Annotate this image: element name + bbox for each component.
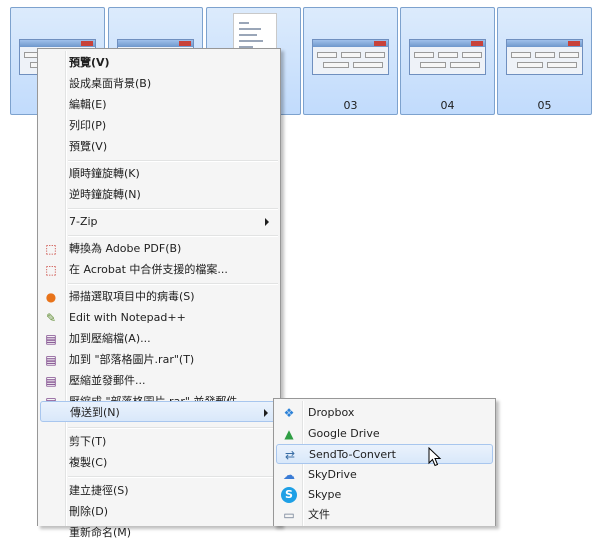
documents-icon: ▭ [283,508,295,522]
dropbox-icon: ❖ [283,406,295,420]
thumbnail-caption: 05 [537,99,552,112]
menu-separator [68,160,278,162]
thumbnail-image [312,13,389,93]
menu-item-add-to-rar[interactable]: ▤ 加到 "部落格圖片.rar"(T) [40,349,278,370]
send-to-documents[interactable]: ▭ 文件 [276,505,493,525]
menu-item-rotate-clockwise[interactable]: 順時鐘旋轉(K) [40,163,278,184]
submenu-arrow-icon [264,409,268,417]
menu-item-preview[interactable]: 預覽(V) [40,136,278,157]
menu-item-edit[interactable]: 編輯(E) [40,94,278,115]
menu-item-set-desktop-background[interactable]: 設成桌面背景(B) [40,73,278,94]
menu-item-rename[interactable]: 重新命名(M) [40,522,278,543]
google-drive-icon: ▲ [284,427,294,441]
menu-separator [68,476,278,478]
menu-item-compress-and-email[interactable]: ▤ 壓縮並發郵件... [40,370,278,391]
thumbnail-image [409,13,486,93]
winrar-icon: ▤ [45,332,57,346]
menu-separator [68,283,278,285]
thumbnail-05[interactable]: 05 [497,7,592,115]
menu-item-scan-virus[interactable]: ● 掃描選取項目中的病毒(S) [40,286,278,307]
menu-item-rotate-counterclockwise[interactable]: 逆時鐘旋轉(N) [40,184,278,205]
menu-item-convert-to-pdf[interactable]: ⬚ 轉換為 Adobe PDF(B) [40,238,278,259]
acrobat-combine-icon: ⬚ [45,263,57,277]
notepad-plus-plus-icon: ✎ [45,311,57,325]
send-to-submenu: ❖ Dropbox ▲ Google Drive ⇄ SendTo-Conver… [273,398,496,526]
send-to-dropbox[interactable]: ❖ Dropbox [276,403,493,423]
sendto-convert-icon: ⇄ [284,448,296,462]
menu-item-cut[interactable]: 剪下(T) [40,431,278,452]
menu-item-add-to-archive[interactable]: ▤ 加到壓縮檔(A)... [40,328,278,349]
thumbnail-caption: 03 [343,99,358,112]
menu-item-delete[interactable]: 刪除(D) [40,501,278,522]
winrar-icon: ▤ [45,353,57,367]
winrar-icon: ▤ [45,374,57,388]
thumbnail-04[interactable]: 04 [400,7,495,115]
send-to-sendto-convert[interactable]: ⇄ SendTo-Convert [276,444,493,464]
thumbnail-03[interactable]: 03 [303,7,398,115]
menu-item-preview-default[interactable]: 預覽(V) [40,52,278,73]
menu-item-send-to[interactable]: 傳送到(N) [40,401,278,422]
menu-item-7zip[interactable]: 7-Zip [40,211,278,232]
antivirus-scan-icon: ● [45,290,57,304]
mouse-cursor-icon [428,447,442,467]
menu-separator [68,235,278,237]
send-to-skydrive[interactable]: ☁ SkyDrive [276,465,493,485]
menu-item-acrobat-combine[interactable]: ⬚ 在 Acrobat 中合併支援的檔案... [40,259,278,280]
skydrive-icon: ☁ [283,468,295,482]
menu-separator [68,427,278,429]
thumbnail-caption: 04 [440,99,455,112]
menu-item-edit-notepad-plus-plus[interactable]: ✎ Edit with Notepad++ [40,307,278,328]
adobe-pdf-icon: ⬚ [45,242,57,256]
send-to-skype[interactable]: S Skype [276,485,493,505]
menu-item-print[interactable]: 列印(P) [40,115,278,136]
submenu-arrow-icon [265,218,269,226]
menu-item-copy[interactable]: 複製(C) [40,452,278,473]
context-menu: 預覽(V) 設成桌面背景(B) 編輯(E) 列印(P) 預覽(V) 順時鐘旋轉(… [37,48,281,539]
skype-icon: S [281,487,297,503]
thumbnail-image [506,13,583,93]
menu-separator [68,208,278,210]
send-to-google-drive[interactable]: ▲ Google Drive [276,424,493,444]
menu-item-create-shortcut[interactable]: 建立捷徑(S) [40,480,278,501]
